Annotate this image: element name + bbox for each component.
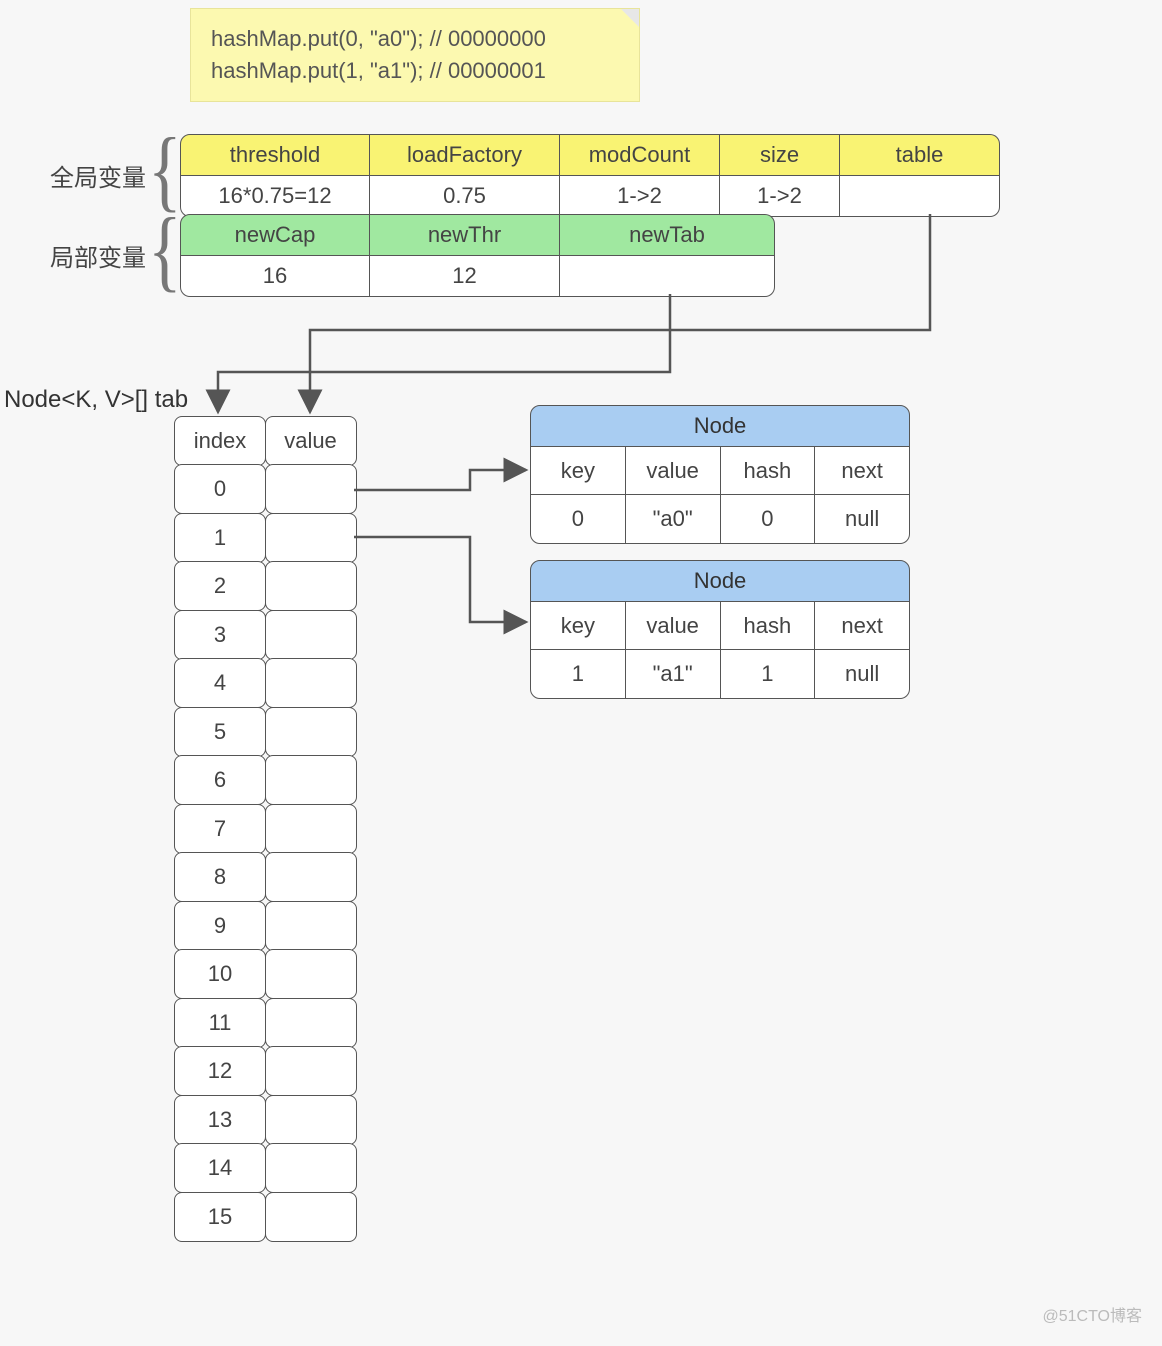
gv-val-size: 1->2 [720, 176, 840, 217]
node-title-1: Node [530, 560, 910, 602]
local-vars-label: 局部变量 [50, 238, 146, 273]
tab-value-2 [265, 561, 357, 611]
tab-value-0 [265, 464, 357, 514]
n1-hdr-value: value [626, 601, 721, 651]
tab-value-13 [265, 1095, 357, 1145]
brace-local: { [148, 200, 182, 304]
n1-hdr-key: key [530, 601, 626, 651]
tab-index-9: 9 [174, 901, 266, 951]
tab-value-5 [265, 707, 357, 757]
tab-value-8 [265, 852, 357, 902]
tab-array-label: Node<K, V>[] tab [4, 386, 188, 414]
tab-index-10: 10 [174, 949, 266, 999]
tab-value-10 [265, 949, 357, 999]
gv-val-threshold: 16*0.75=12 [180, 176, 370, 217]
gv-hdr-table: table [840, 134, 1000, 176]
gv-hdr-threshold: threshold [180, 134, 370, 176]
tab-value-11 [265, 998, 357, 1048]
tab-index-8: 8 [174, 852, 266, 902]
global-vars-table: threshold 16*0.75=12 loadFactory 0.75 mo… [180, 134, 1000, 217]
code-note: hashMap.put(0, "a0"); // 00000000 hashMa… [190, 8, 640, 102]
gv-val-modcount: 1->2 [560, 176, 720, 217]
n0-val-hash: 0 [721, 494, 816, 544]
gv-val-loadfactory: 0.75 [370, 176, 560, 217]
tab-index-4: 4 [174, 658, 266, 708]
n1-hdr-hash: hash [721, 601, 816, 651]
gv-val-table [840, 176, 1000, 217]
tab-index-6: 6 [174, 755, 266, 805]
tab-value-14 [265, 1143, 357, 1193]
tab-value-4 [265, 658, 357, 708]
tab-index-0: 0 [174, 464, 266, 514]
n0-val-value: "a0" [626, 494, 721, 544]
n0-val-next: null [815, 494, 910, 544]
lv-hdr-newcap: newCap [180, 214, 370, 256]
tab-value-7 [265, 804, 357, 854]
tab-index-5: 5 [174, 707, 266, 757]
n0-val-key: 0 [530, 494, 626, 544]
tab-value-1 [265, 513, 357, 563]
tab-value-15 [265, 1192, 357, 1242]
lv-hdr-newtab: newTab [560, 214, 775, 256]
n1-val-hash: 1 [721, 649, 816, 699]
tab-hdr-value: value [265, 416, 357, 466]
tab-index-12: 12 [174, 1046, 266, 1096]
tab-index-3: 3 [174, 610, 266, 660]
tab-index-11: 11 [174, 998, 266, 1048]
n1-val-key: 1 [530, 649, 626, 699]
note-line-1: hashMap.put(0, "a0"); // 00000000 [211, 23, 619, 55]
global-vars-label: 全局变量 [50, 158, 146, 193]
lv-val-newtab [560, 256, 775, 297]
gv-hdr-loadfactory: loadFactory [370, 134, 560, 176]
n1-hdr-next: next [815, 601, 910, 651]
node-box-1: Node key value hash next 1 "a1" 1 null [530, 560, 910, 699]
node-title-0: Node [530, 405, 910, 447]
tab-index-7: 7 [174, 804, 266, 854]
tab-index-1: 1 [174, 513, 266, 563]
tab-index-13: 13 [174, 1095, 266, 1145]
tab-value-6 [265, 755, 357, 805]
n0-hdr-value: value [626, 446, 721, 496]
note-line-2: hashMap.put(1, "a1"); // 00000001 [211, 55, 619, 87]
tab-value-12 [265, 1046, 357, 1096]
n1-val-next: null [815, 649, 910, 699]
tab-index-14: 14 [174, 1143, 266, 1193]
tab-index-2: 2 [174, 561, 266, 611]
gv-hdr-size: size [720, 134, 840, 176]
tab-array: indexvalue0123456789101112131415 [174, 417, 357, 1242]
lv-val-newcap: 16 [180, 256, 370, 297]
watermark: @51CTO博客 [1042, 1302, 1142, 1326]
lv-val-newthr: 12 [370, 256, 560, 297]
n0-hdr-key: key [530, 446, 626, 496]
n0-hdr-hash: hash [721, 446, 816, 496]
local-vars-table: newCap 16 newThr 12 newTab [180, 214, 775, 297]
tab-hdr-index: index [174, 416, 266, 466]
node-box-0: Node key value hash next 0 "a0" 0 null [530, 405, 910, 544]
tab-index-15: 15 [174, 1192, 266, 1242]
tab-value-9 [265, 901, 357, 951]
n1-val-value: "a1" [626, 649, 721, 699]
gv-hdr-modcount: modCount [560, 134, 720, 176]
n0-hdr-next: next [815, 446, 910, 496]
tab-value-3 [265, 610, 357, 660]
lv-hdr-newthr: newThr [370, 214, 560, 256]
